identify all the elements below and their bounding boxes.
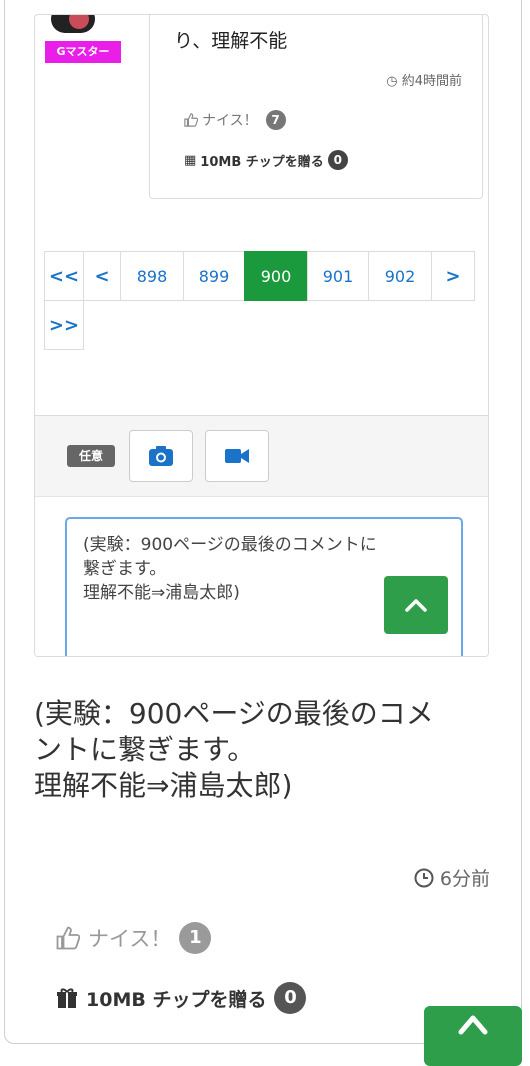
page-902[interactable]: 902: [368, 251, 432, 301]
page-scroll-to-top-button[interactable]: [424, 1006, 522, 1066]
tip-count: 0: [274, 982, 307, 1014]
previous-nice-count: 7: [265, 110, 286, 130]
camera-button[interactable]: [129, 430, 193, 482]
thumbs-up-icon: [56, 926, 80, 950]
optional-tag: 任意: [67, 445, 115, 467]
pagination: << < 898 899 900 901 902 > >>: [44, 251, 478, 350]
page-899[interactable]: 899: [183, 251, 245, 301]
chevron-up-icon: [405, 599, 427, 612]
video-button[interactable]: [205, 430, 269, 482]
video-camera-icon: [225, 449, 249, 463]
time-label: 6分前: [439, 868, 490, 890]
avatar[interactable]: [47, 15, 119, 41]
previous-nice-button[interactable]: ナイス！ 7: [184, 110, 286, 130]
previous-tip-count: 0: [327, 150, 348, 170]
last-page-button[interactable]: >>: [44, 300, 84, 350]
previous-tip-label: 10MB チップを贈る: [200, 154, 324, 170]
clock-icon: ◷: [386, 74, 398, 89]
next-page-button[interactable]: >: [431, 251, 475, 301]
chevron-up-icon: [458, 1015, 488, 1035]
nice-label: ナイス！: [88, 927, 172, 951]
tip-label: 10MB チップを贈る: [86, 988, 267, 1011]
rank-badge: Gマスター: [45, 41, 121, 63]
gift-icon: [57, 988, 77, 1008]
page-900-current[interactable]: 900: [244, 251, 308, 301]
previous-nice-label: ナイス！: [202, 113, 258, 129]
tip-button[interactable]: 10MB チップを贈る 0: [56, 982, 307, 1014]
first-page-button[interactable]: <<: [44, 251, 84, 301]
previous-comment-card: り、理解不能 ◷ 約4時間前 ナイス！ 7 ▦ 10MB チップを贈る 0: [149, 15, 483, 199]
previous-comment-time: ◷ 約4時間前: [386, 70, 462, 89]
quoted-comment-frame: Gマスター り、理解不能 ◷ 約4時間前 ナイス！ 7 ▦ 10MB チップを贈…: [34, 14, 489, 657]
gift-icon: ▦: [184, 152, 197, 168]
nice-button[interactable]: ナイス！ 1: [56, 922, 212, 954]
previous-time-label: 約4時間前: [401, 74, 462, 89]
comment-time: 6分前: [414, 864, 490, 891]
page-901[interactable]: 901: [307, 251, 369, 301]
prev-page-button[interactable]: <: [83, 251, 121, 301]
comment-text: (実験：900ページの最後のコメ ントに繋ぎます。 理解不能⇒浦島太郎): [34, 697, 434, 802]
previous-tip-button[interactable]: ▦ 10MB チップを贈る 0: [184, 150, 348, 170]
thumbs-up-icon: [184, 113, 198, 127]
clock-icon: [414, 868, 434, 887]
page-898[interactable]: 898: [120, 251, 184, 301]
scroll-to-top-button[interactable]: [384, 576, 448, 634]
nice-count: 1: [179, 922, 212, 954]
previous-comment-text: り、理解不能: [174, 30, 288, 52]
camera-icon: [149, 446, 173, 466]
